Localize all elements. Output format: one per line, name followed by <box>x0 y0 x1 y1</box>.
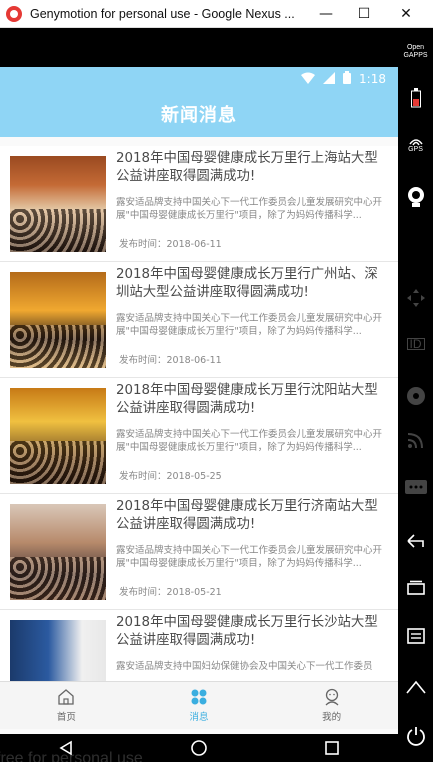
battery-icon <box>343 71 352 87</box>
gps-icon <box>408 139 423 146</box>
news-item[interactable]: 2018年中国母婴健康成长万里行上海站大型公益讲座取得圆满成功! 露安适品牌支持… <box>0 146 398 262</box>
webcam-icon <box>407 187 424 207</box>
news-summary: 露安适品牌支持中国妇幼保健协会及中国关心下一代工作委员 <box>116 661 373 672</box>
recent-apps-icon <box>406 580 425 595</box>
message-icon <box>191 689 207 705</box>
tab-label: 首页 <box>56 712 76 723</box>
news-date: 发布时间：2018-06-11 <box>119 355 222 366</box>
device-id-label: ID <box>406 338 425 350</box>
news-item[interactable]: 2018年中国母婴健康成长万里行长沙站大型公益讲座取得圆满成功! 露安适品牌支持… <box>0 610 398 681</box>
page-title: 新闻消息 <box>161 105 237 126</box>
android-nav-bar: free for personal use <box>0 734 398 762</box>
watermark-text: free for personal use <box>0 750 143 762</box>
news-date: 发布时间：2018-05-21 <box>119 587 222 598</box>
rss-icon <box>407 433 423 449</box>
power-button[interactable] <box>398 726 433 746</box>
phone-top-bezel <box>0 28 398 67</box>
tab-label: 消息 <box>189 712 209 723</box>
minimize-button[interactable]: — <box>309 0 343 28</box>
recent-apps-key-button[interactable] <box>398 580 433 596</box>
status-time: 1:18 <box>359 72 386 86</box>
tab-label: 我的 <box>322 712 342 723</box>
news-summary: 露安适品牌支持中国关心下一代工作委员会儿童发展研究中心开展"中国母婴健康成长万里… <box>116 429 383 453</box>
home-key-button[interactable] <box>398 680 433 694</box>
dpad-icon <box>406 289 425 307</box>
gps-label: GPS <box>408 146 423 153</box>
signal-icon <box>323 71 336 87</box>
android-status-bar: 1:18 <box>0 67 398 91</box>
news-title: 2018年中国母婴健康成长万里行长沙站大型公益讲座取得圆满成功! <box>116 615 378 648</box>
window-title: Genymotion for personal use - Google Nex… <box>30 6 295 21</box>
tab-home[interactable]: 首页 <box>0 682 133 729</box>
news-thumbnail <box>10 504 106 600</box>
genymotion-toolbar: Open GAPPS GPS ID <box>398 28 433 762</box>
disk-icon <box>406 387 425 405</box>
news-thumbnail <box>10 620 106 681</box>
sms-button[interactable] <box>398 480 433 498</box>
news-date: 发布时间：2018-05-25 <box>119 471 222 482</box>
menu-icon <box>406 628 425 644</box>
tab-profile[interactable]: 我的 <box>265 682 398 729</box>
news-date: 发布时间：2018-06-11 <box>119 239 222 250</box>
news-item[interactable]: 2018年中国母婴健康成长万里行广州站、深圳站大型公益讲座取得圆满成功! 露安适… <box>0 262 398 378</box>
battery-icon <box>410 88 421 108</box>
bottom-tab-bar: 首页 消息 我的 <box>0 681 398 729</box>
news-item[interactable]: 2018年中国母婴健康成长万里行济南站大型公益讲座取得圆满成功! 露安适品牌支持… <box>0 494 398 610</box>
close-button[interactable]: ✕ <box>389 0 423 28</box>
window-titlebar: Genymotion for personal use - Google Nex… <box>0 0 433 28</box>
profile-icon <box>325 688 339 706</box>
back-key-button[interactable] <box>398 533 433 549</box>
disk-button[interactable] <box>398 386 433 406</box>
news-title: 2018年中国母婴健康成长万里行广州站、深圳站大型公益讲座取得圆满成功! <box>116 267 378 300</box>
home-circle-icon[interactable] <box>190 739 208 757</box>
tab-message[interactable]: 消息 <box>133 682 266 729</box>
news-title: 2018年中国母婴健康成长万里行沈阳站大型公益讲座取得圆满成功! <box>116 383 378 416</box>
dpad-button[interactable] <box>398 288 433 308</box>
home-icon <box>58 689 74 705</box>
news-thumbnail <box>10 272 106 368</box>
battery-control-button[interactable] <box>398 88 433 108</box>
opengapps-label: Open GAPPS <box>403 44 428 59</box>
network-button[interactable] <box>398 431 433 449</box>
message-dots-icon <box>404 480 427 494</box>
phone-screen: 1:18 新闻消息 2018年中国母婴健康成长万里行上海站大型公益讲座取得圆满成… <box>0 28 398 734</box>
news-thumbnail <box>10 156 106 252</box>
news-title: 2018年中国母婴健康成长万里行上海站大型公益讲座取得圆满成功! <box>116 151 378 184</box>
news-title: 2018年中国母婴健康成长万里行济南站大型公益讲座取得圆满成功! <box>116 499 378 532</box>
news-item[interactable]: 2018年中国母婴健康成长万里行沈阳站大型公益讲座取得圆满成功! 露安适品牌支持… <box>0 378 398 494</box>
news-summary: 露安适品牌支持中国关心下一代工作委员会儿童发展研究中心开展"中国母婴健康成长万里… <box>116 197 383 221</box>
webcam-button[interactable] <box>398 186 433 208</box>
gps-button[interactable]: GPS <box>398 136 433 154</box>
back-arrow-icon <box>406 534 424 548</box>
news-list[interactable]: 2018年中国母婴健康成长万里行上海站大型公益讲座取得圆满成功! 露安适品牌支持… <box>0 146 398 681</box>
menu-key-button[interactable] <box>398 628 433 644</box>
app-header: 新闻消息 <box>0 91 398 137</box>
opengapps-button[interactable]: Open GAPPS <box>398 44 433 60</box>
news-summary: 露安适品牌支持中国关心下一代工作委员会儿童发展研究中心开展"中国母婴健康成长万里… <box>116 313 383 337</box>
genymotion-app-icon <box>6 5 22 22</box>
recents-icon[interactable] <box>324 740 340 756</box>
home-outline-icon <box>405 680 426 694</box>
maximize-button[interactable]: ☐ <box>347 0 381 28</box>
news-summary: 露安适品牌支持中国关心下一代工作委员会儿童发展研究中心开展"中国母婴健康成长万里… <box>116 545 383 569</box>
power-icon <box>406 727 425 746</box>
wifi-icon <box>301 72 316 87</box>
device-id-button[interactable]: ID <box>398 338 433 350</box>
news-thumbnail <box>10 388 106 484</box>
